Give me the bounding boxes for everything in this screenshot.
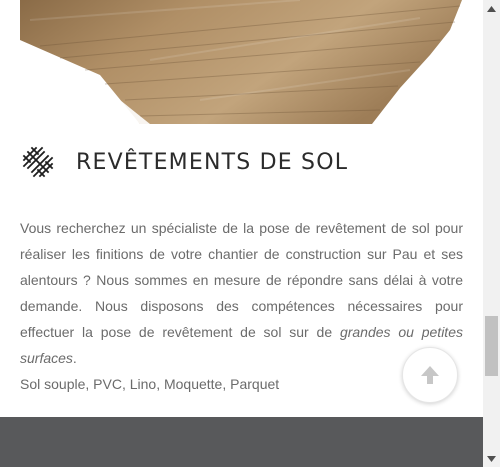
section-header: REVÊTEMENTS DE SOL (20, 142, 463, 182)
scroll-down-arrow[interactable] (483, 450, 500, 467)
wood-floor-image (20, 0, 462, 124)
materials-list: Sol souple, PVC, Lino, Moquette, Parquet (20, 376, 280, 392)
scroll-to-top-button[interactable] (402, 347, 458, 403)
paragraph-main: Vous recherchez un spécialiste de la pos… (20, 220, 463, 340)
arrow-up-icon (421, 366, 439, 384)
paragraph-end: . (72, 350, 77, 366)
scroll-up-arrow[interactable] (483, 0, 500, 17)
section-description: Vous recherchez un spécialiste de la pos… (20, 215, 463, 397)
page-footer (0, 417, 483, 467)
scrollbar-thumb[interactable] (485, 316, 498, 376)
triangle-up-icon (487, 5, 496, 12)
section-title: REVÊTEMENTS DE SOL (76, 149, 349, 175)
vertical-scrollbar[interactable] (483, 0, 500, 467)
triangle-down-icon (487, 455, 496, 462)
description-paragraph: Vous recherchez un spécialiste de la pos… (20, 215, 463, 371)
parquet-pattern-icon (22, 146, 54, 178)
content-card: REVÊTEMENTS DE SOL Vous recherchez un sp… (0, 0, 483, 417)
